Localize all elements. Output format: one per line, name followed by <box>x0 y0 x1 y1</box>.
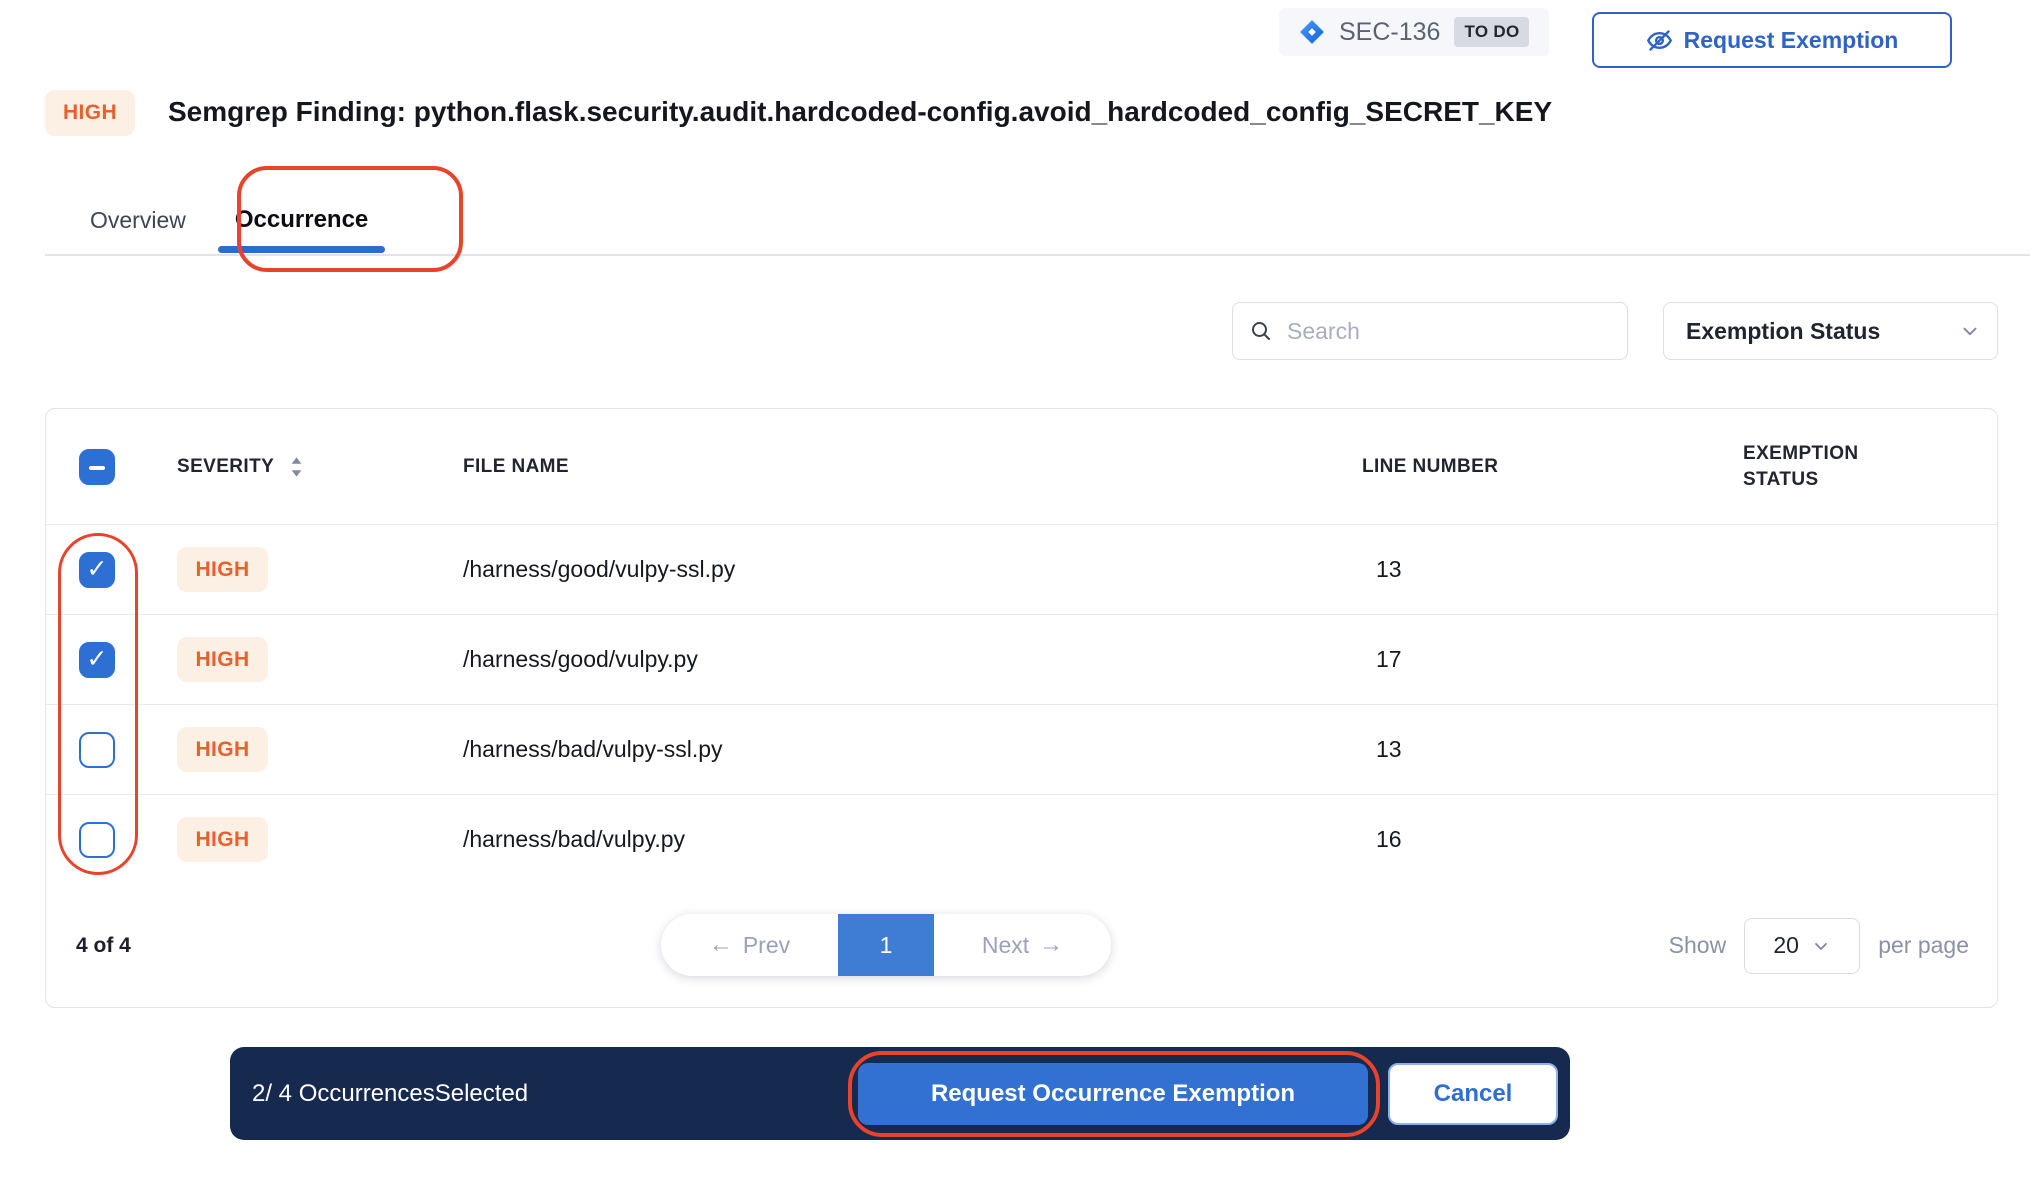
table-footer: 4 of 4 ← Prev 1 Next → Show 20 <box>46 884 1997 1007</box>
tab-occurrence-label: Occurrence <box>235 206 368 234</box>
tab-overview[interactable]: Overview <box>90 190 186 250</box>
eye-slash-icon <box>1646 27 1673 54</box>
chevron-down-icon <box>1811 936 1831 956</box>
selection-action-bar: 2/ 4 OccurrencesSelected Request Occurre… <box>230 1047 1570 1140</box>
pagination: ← Prev 1 Next → <box>661 914 1111 976</box>
tabs-divider <box>45 254 2030 256</box>
jira-ticket-key: SEC-136 <box>1339 18 1440 47</box>
file-name-cell: /harness/bad/vulpy-ssl.py <box>463 736 1362 763</box>
jira-status-badge: TO DO <box>1454 17 1529 47</box>
table-row: HIGH /harness/bad/vulpy-ssl.py 13 <box>46 704 1997 794</box>
search-icon <box>1249 319 1273 343</box>
severity-badge: HIGH <box>177 727 268 772</box>
request-exemption-label: Request Exemption <box>1684 27 1899 54</box>
tab-overview-label: Overview <box>90 207 186 234</box>
page-size-group: Show 20 per page <box>1669 918 1969 974</box>
select-all-checkbox[interactable] <box>79 449 115 485</box>
next-page-label: Next <box>982 932 1029 959</box>
arrow-right-icon: → <box>1039 933 1063 957</box>
chevron-down-icon <box>1959 320 1981 342</box>
show-label: Show <box>1669 932 1727 959</box>
severity-badge: HIGH <box>177 817 268 862</box>
row-checkbox[interactable] <box>79 642 115 678</box>
table-header-row: SEVERITY FILE NAME LINE NUMBER EXEMPTION… <box>46 409 1997 524</box>
line-number-cell: 13 <box>1362 736 1743 763</box>
column-header-severity-label: SEVERITY <box>177 456 274 478</box>
tab-bar: Overview Occurrence <box>90 190 385 250</box>
prev-page-button[interactable]: ← Prev <box>661 914 838 976</box>
column-header-exemption-status: EXEMPTION STATUS <box>1743 441 1893 492</box>
next-page-button[interactable]: Next → <box>934 914 1111 976</box>
line-number-cell: 17 <box>1362 646 1743 673</box>
severity-badge: HIGH <box>45 90 135 136</box>
page-title: Semgrep Finding: python.flask.security.a… <box>168 88 1552 136</box>
file-name-cell: /harness/bad/vulpy.py <box>463 826 1362 853</box>
row-count: 4 of 4 <box>76 934 131 958</box>
line-number-cell: 13 <box>1362 556 1743 583</box>
row-checkbox[interactable] <box>79 732 115 768</box>
request-occurrence-exemption-button[interactable]: Request Occurrence Exemption <box>858 1063 1368 1125</box>
search-input[interactable] <box>1287 318 1611 345</box>
page-size-value: 20 <box>1773 932 1799 959</box>
row-checkbox[interactable] <box>79 552 115 588</box>
cancel-button[interactable]: Cancel <box>1388 1063 1558 1125</box>
file-name-cell: /harness/good/vulpy-ssl.py <box>463 556 1362 583</box>
occurrences-table: SEVERITY FILE NAME LINE NUMBER EXEMPTION… <box>45 408 1998 1008</box>
search-box <box>1232 302 1628 360</box>
severity-badge: HIGH <box>177 637 268 682</box>
file-name-cell: /harness/good/vulpy.py <box>463 646 1362 673</box>
column-header-severity[interactable]: SEVERITY <box>177 456 463 478</box>
page-size-select[interactable]: 20 <box>1744 918 1860 974</box>
column-header-line-number: LINE NUMBER <box>1362 456 1743 478</box>
active-tab-underline <box>218 246 385 253</box>
table-row: HIGH /harness/bad/vulpy.py 16 <box>46 794 1997 884</box>
severity-badge: HIGH <box>177 547 268 592</box>
prev-page-label: Prev <box>743 932 790 959</box>
table-row: HIGH /harness/good/vulpy-ssl.py 13 <box>46 524 1997 614</box>
sort-arrows-icon[interactable] <box>289 456 304 478</box>
selected-count-text: 2/ 4 OccurrencesSelected <box>252 1080 528 1108</box>
request-exemption-button[interactable]: Request Exemption <box>1592 12 1952 68</box>
exemption-status-filter-label: Exemption Status <box>1686 318 1880 345</box>
arrow-left-icon: ← <box>709 933 733 957</box>
table-row: HIGH /harness/good/vulpy.py 17 <box>46 614 1997 704</box>
column-header-file-name: FILE NAME <box>463 456 1362 478</box>
jira-icon <box>1299 19 1325 45</box>
current-page-button[interactable]: 1 <box>838 914 934 976</box>
tab-occurrence[interactable]: Occurrence <box>218 190 385 250</box>
finding-details-page: SEC-136 TO DO Request Exemption HIGH Sem… <box>0 0 2030 1198</box>
exemption-status-filter[interactable]: Exemption Status <box>1663 302 1998 360</box>
per-page-label: per page <box>1878 932 1969 959</box>
line-number-cell: 16 <box>1362 826 1743 853</box>
row-checkbox[interactable] <box>79 822 115 858</box>
jira-ticket-chip[interactable]: SEC-136 TO DO <box>1279 8 1549 56</box>
